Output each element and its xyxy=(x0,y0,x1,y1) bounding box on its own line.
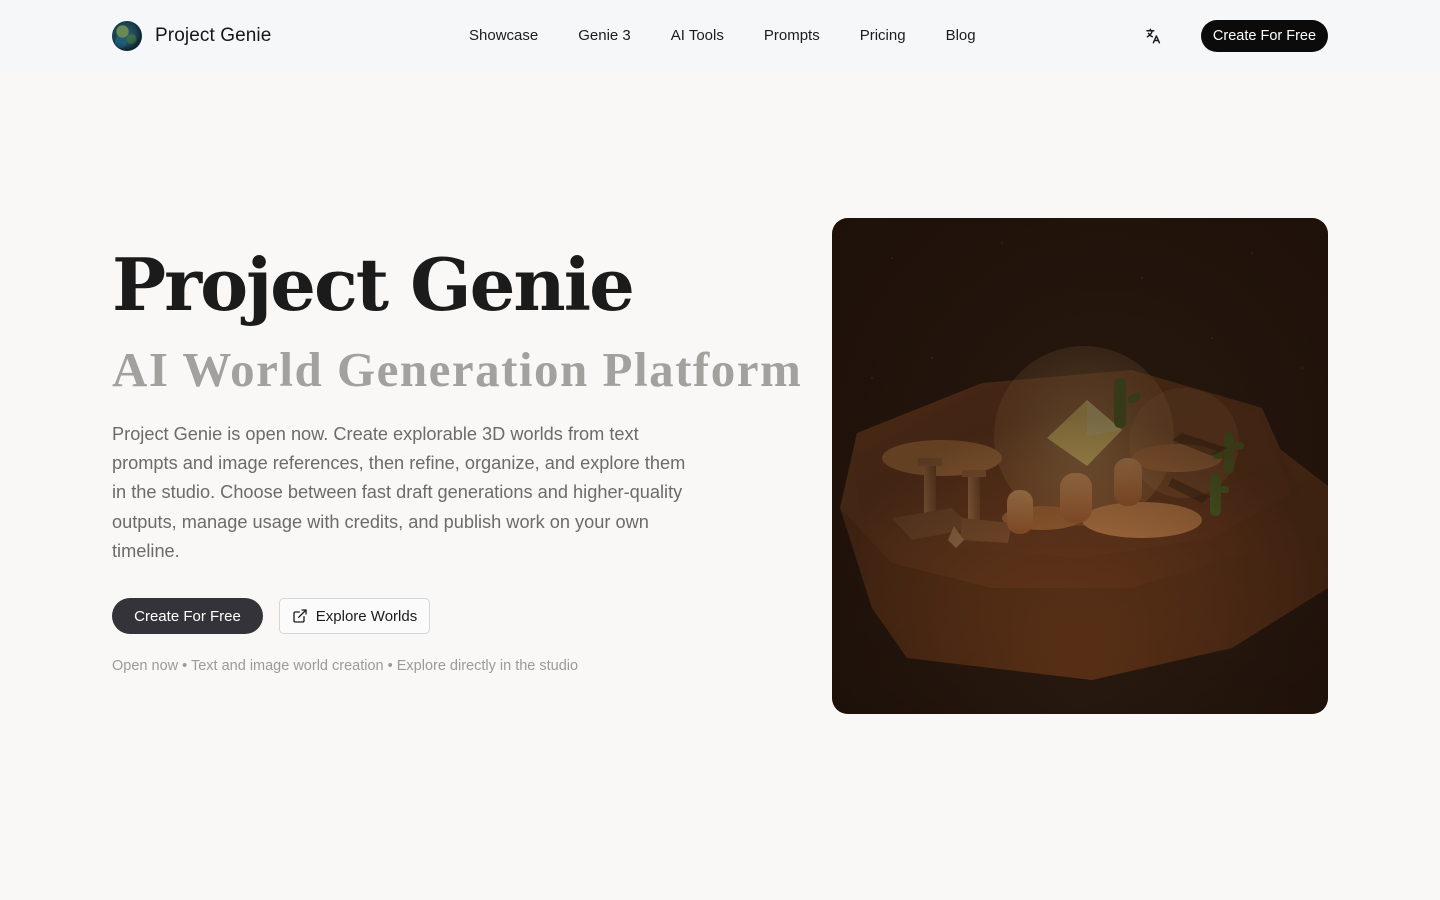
main-nav: Showcase Genie 3 AI Tools Prompts Pricin… xyxy=(449,22,996,50)
hero-title: Project Genie xyxy=(112,242,635,327)
world-preview-scene[interactable] xyxy=(832,218,1328,714)
explore-worlds-label: Explore Worlds xyxy=(315,607,418,625)
nav-item-pricing[interactable]: Pricing xyxy=(840,22,926,50)
explore-worlds-button[interactable]: Explore Worlds xyxy=(279,598,430,634)
nav-item-prompts[interactable]: Prompts xyxy=(744,22,840,50)
translate-icon xyxy=(1146,28,1161,44)
brand-name: Project Genie xyxy=(155,25,272,46)
site-header: Project Genie Showcase Genie 3 AI Tools … xyxy=(0,0,1440,72)
hero-tagline: Open now • Text and image world creation… xyxy=(112,658,579,674)
nav-item-blog[interactable]: Blog xyxy=(926,22,996,50)
nav-item-showcase[interactable]: Showcase xyxy=(449,22,558,50)
create-for-free-button[interactable]: Create For Free xyxy=(112,598,263,634)
external-link-icon xyxy=(292,608,308,624)
globe-icon xyxy=(112,21,142,51)
desert-world-illustration xyxy=(832,218,1328,714)
hero-subtitle: AI World Generation Platform xyxy=(112,342,803,397)
header-create-button[interactable]: Create For Free xyxy=(1201,20,1328,52)
nav-item-genie-3[interactable]: Genie 3 xyxy=(558,22,651,50)
nav-item-ai-tools[interactable]: AI Tools xyxy=(651,22,744,50)
language-switcher-button[interactable] xyxy=(1141,24,1165,48)
brand-logo-link[interactable]: Project Genie xyxy=(112,20,271,52)
hero-description: Project Genie is open now. Create explor… xyxy=(112,424,686,561)
